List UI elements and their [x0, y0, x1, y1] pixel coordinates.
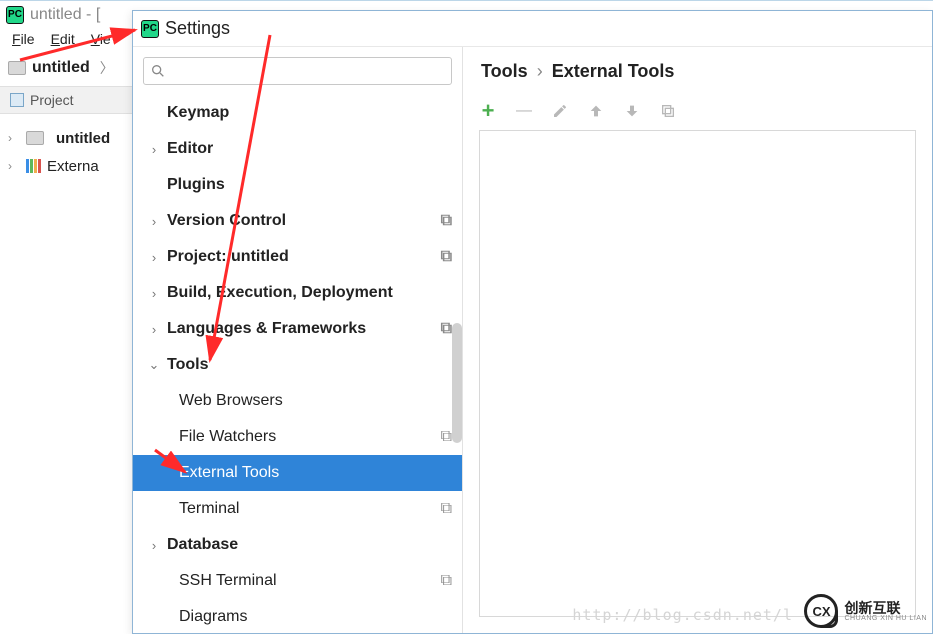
- remove-button[interactable]: —: [515, 102, 533, 120]
- settings-sidebar: ›Keymap ›Editor ›Plugins ›Version Contro…: [133, 47, 463, 633]
- menu-view[interactable]: Vie: [85, 31, 117, 47]
- search-icon: [150, 63, 166, 79]
- settings-node-plugins[interactable]: ›Plugins: [133, 167, 462, 203]
- scrollbar[interactable]: [452, 323, 462, 443]
- move-down-button[interactable]: [623, 102, 641, 120]
- watermark-text: http://blog.csdn.net/l: [572, 606, 793, 624]
- copy-icon: ⧉: [441, 428, 452, 446]
- settings-node-diagrams[interactable]: Diagrams: [133, 599, 462, 633]
- settings-node-languages[interactable]: ›Languages & Frameworks⧉: [133, 311, 462, 347]
- settings-node-ssh-terminal[interactable]: SSH Terminal⧉: [133, 563, 462, 599]
- tree-item-label: Externa: [47, 158, 99, 175]
- project-tab-label: Project: [30, 92, 74, 108]
- settings-node-project[interactable]: ›Project: untitled⧉: [133, 239, 462, 275]
- copy-icon: ⧉: [441, 212, 452, 230]
- copy-icon: ⧉: [441, 500, 452, 518]
- external-tools-list[interactable]: [479, 130, 916, 617]
- settings-node-database[interactable]: ›Database: [133, 527, 462, 563]
- brand-badge: CX 创新互联 CHUANG XIN HU LIAN: [804, 594, 927, 628]
- chevron-right-icon: ›: [537, 61, 543, 81]
- pycharm-icon: PC: [141, 20, 159, 38]
- brand-subtitle: CHUANG XIN HU LIAN: [844, 615, 927, 622]
- project-icon: [10, 93, 24, 107]
- breadcrumb-root[interactable]: untitled: [32, 59, 90, 77]
- copy-icon: ⧉: [441, 572, 452, 590]
- settings-node-terminal[interactable]: Terminal⧉: [133, 491, 462, 527]
- move-up-button[interactable]: [587, 102, 605, 120]
- folder-icon: [26, 131, 44, 145]
- menu-file[interactable]: FFileile: [6, 31, 41, 47]
- brand-logo-icon: CX: [804, 594, 838, 628]
- chevron-right-icon: ›: [8, 131, 20, 145]
- add-button[interactable]: +: [479, 102, 497, 120]
- chevron-right-icon: 〉: [100, 58, 114, 78]
- dialog-titlebar[interactable]: PC Settings: [133, 11, 932, 47]
- settings-node-web-browsers[interactable]: Web Browsers: [133, 383, 462, 419]
- settings-node-version-control[interactable]: ›Version Control⧉: [133, 203, 462, 239]
- crumb-root: Tools: [481, 61, 528, 81]
- settings-node-tools[interactable]: ⌄Tools: [133, 347, 462, 383]
- brand-name: 创新互联: [844, 601, 927, 615]
- settings-node-editor[interactable]: ›Editor: [133, 131, 462, 167]
- chevron-down-icon: ⌄: [141, 357, 167, 373]
- settings-content: Tools › External Tools + —: [463, 47, 932, 633]
- libraries-icon: [26, 159, 41, 173]
- settings-dialog: PC Settings ›Keymap ›Editor ›Plugins ›Ve…: [132, 10, 933, 634]
- pycharm-icon: PC: [6, 6, 24, 24]
- settings-node-file-watchers[interactable]: File Watchers⧉: [133, 419, 462, 455]
- settings-breadcrumb: Tools › External Tools: [463, 47, 932, 96]
- external-tools-toolbar: + —: [463, 96, 932, 130]
- tree-item-label: untitled: [56, 130, 110, 147]
- settings-tree[interactable]: ›Keymap ›Editor ›Plugins ›Version Contro…: [133, 91, 462, 633]
- crumb-leaf: External Tools: [552, 61, 675, 81]
- folder-icon: [8, 61, 26, 75]
- copy-icon: ⧉: [441, 248, 452, 266]
- edit-button[interactable]: [551, 102, 569, 120]
- settings-node-build[interactable]: ›Build, Execution, Deployment: [133, 275, 462, 311]
- settings-node-external-tools[interactable]: External Tools: [133, 455, 462, 491]
- chevron-right-icon: ›: [8, 159, 20, 173]
- dialog-title: Settings: [165, 18, 230, 39]
- search-input[interactable]: [143, 57, 452, 85]
- copy-icon: ⧉: [441, 320, 452, 338]
- settings-node-keymap[interactable]: ›Keymap: [133, 95, 462, 131]
- menu-edit[interactable]: Edit: [45, 31, 81, 47]
- ide-title: untitled - [: [30, 6, 100, 24]
- copy-button[interactable]: [659, 102, 677, 120]
